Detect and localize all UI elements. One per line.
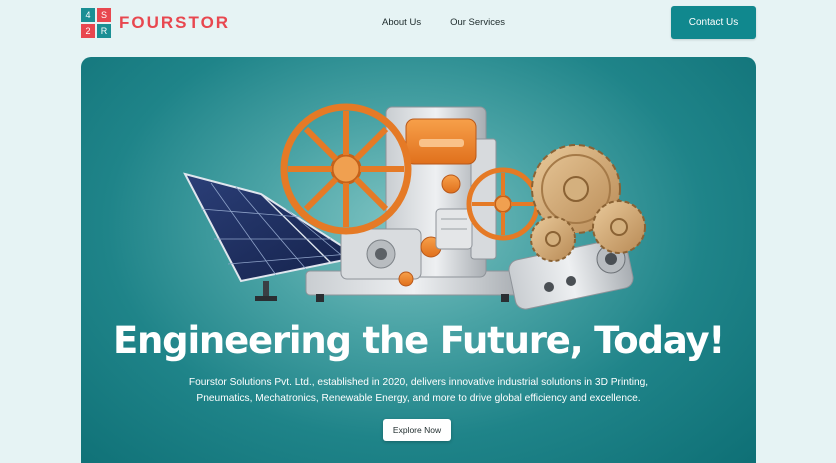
- contact-us-button[interactable]: Contact Us: [671, 6, 756, 39]
- brand-logo[interactable]: 4 S 2 R FOURSTOR: [81, 8, 230, 38]
- nav-link-about-us[interactable]: About Us: [382, 17, 421, 28]
- hero-description-line: Fourstor Solutions Pvt. Ltd., establishe…: [188, 377, 649, 388]
- main-nav: About Us Our Services: [382, 17, 505, 28]
- hero-description-line: Pneumatics, Mechatronics, Renewable Ener…: [196, 393, 641, 404]
- logo-cell: 2: [81, 24, 95, 38]
- logo-cell: S: [97, 8, 111, 22]
- hero-title: Engineering the Future, Today!: [112, 319, 725, 362]
- brand-name: FOURSTOR: [119, 13, 231, 32]
- film-reel-machine-icon: [280, 103, 540, 302]
- logo-cell: R: [97, 24, 111, 38]
- site-header: 4 S 2 R FOURSTOR About Us Our Services C…: [0, 0, 836, 46]
- explore-now-button[interactable]: Explore Now: [383, 419, 451, 441]
- logo-cell: 4: [81, 8, 95, 22]
- film-reel-small-icon: [466, 167, 540, 241]
- hero-description: Fourstor Solutions Pvt. Ltd., establishe…: [171, 375, 666, 407]
- hero-banner: Engineering the Future, Today! Fourstor …: [81, 57, 756, 463]
- logo-mark: 4 S 2 R: [81, 8, 111, 38]
- nav-link-our-services[interactable]: Our Services: [450, 17, 505, 28]
- page: 4 S 2 R FOURSTOR About Us Our Services C…: [0, 0, 836, 463]
- film-reel-large-icon: [280, 103, 412, 235]
